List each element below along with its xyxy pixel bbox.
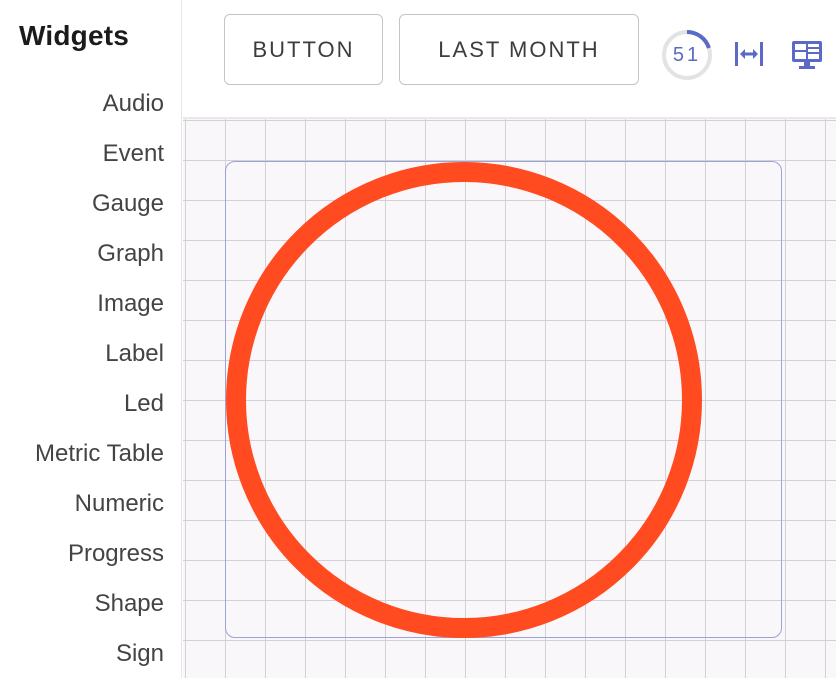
widget-sidebar: Widgets Audio Event Gauge Graph Image La… <box>0 0 182 678</box>
sidebar-item-sign[interactable]: Sign <box>0 634 164 678</box>
refresh-counter-value: 51 <box>672 44 702 66</box>
sidebar-item-graph[interactable]: Graph <box>0 234 164 284</box>
sidebar-item-audio[interactable]: Audio <box>0 84 164 134</box>
shape-widget-circle[interactable] <box>225 161 782 638</box>
sidebar-item-numeric[interactable]: Numeric <box>0 484 164 534</box>
widget-list: Audio Event Gauge Graph Image Label Led … <box>0 84 164 678</box>
sidebar-item-gauge[interactable]: Gauge <box>0 184 164 234</box>
period-selector-button[interactable]: LAST MONTH <box>399 14 639 85</box>
sidebar-item-image[interactable]: Image <box>0 284 164 334</box>
sidebar-item-shape[interactable]: Shape <box>0 584 164 634</box>
sidebar-item-metric-table[interactable]: Metric Table <box>0 434 164 484</box>
circle-shape <box>226 162 702 638</box>
fit-width-icon[interactable] <box>731 36 767 72</box>
sidebar-item-event[interactable]: Event <box>0 134 164 184</box>
sidebar-title: Widgets <box>19 20 130 51</box>
refresh-counter[interactable]: 51 <box>661 29 713 81</box>
button-widget-button[interactable]: BUTTON <box>224 14 383 85</box>
app-root: Widgets Audio Event Gauge Graph Image La… <box>0 0 836 678</box>
monitor-dashboard-icon[interactable] <box>789 36 825 72</box>
dashboard-canvas[interactable] <box>183 119 836 678</box>
sidebar-item-label[interactable]: Label <box>0 334 164 384</box>
sidebar-item-progress[interactable]: Progress <box>0 534 164 584</box>
sidebar-item-led[interactable]: Led <box>0 384 164 434</box>
toolbar: BUTTON LAST MONTH 51 <box>183 0 836 119</box>
